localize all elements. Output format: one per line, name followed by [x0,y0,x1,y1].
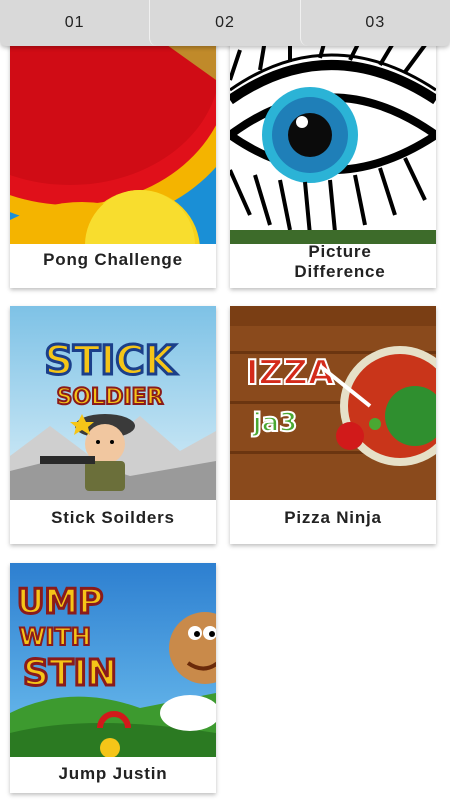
soldier-icon: STICK SOLDIER [10,306,216,500]
game-card-pizza-ninja[interactable]: IZZA ja3 Pizza Ninja [230,306,436,544]
game-card-pong-challenge[interactable]: Pong Challenge [10,40,216,288]
art-subtitle-2: STIN [23,653,117,694]
game-title: Pizza Ninja [284,508,382,527]
games-grid: Pong Challenge Picture Difference STICK … [0,0,450,800]
tab-bar: 01 02 03 [0,0,450,46]
art-title: UMP [17,582,103,622]
game-card-jump-justin[interactable]: UMP WITH STIN Jump Justin [10,563,216,793]
eye-icon [230,40,436,244]
jump-justin-icon: UMP WITH STIN [10,563,216,757]
game-title: Stick Soilders [51,508,175,527]
tab-02[interactable]: 02 [149,0,299,46]
art-subtitle: SOLDIER [57,385,164,410]
pizza-ninja-icon: IZZA ja3 [230,306,436,500]
art-title: STICK [44,338,177,384]
art-title: IZZA [246,353,335,393]
art-subtitle: WITH [19,623,91,651]
art-subtitle: ja3 [252,408,298,438]
ping-pong-paddle-icon [10,40,216,244]
game-title: Pong Challenge [43,250,183,269]
game-title: Jump Justin [58,764,168,783]
game-card-picture-difference[interactable]: Picture Difference [230,40,436,288]
tab-01[interactable]: 01 [0,0,149,46]
tab-03[interactable]: 03 [299,0,450,46]
game-title: Picture Difference [294,242,386,281]
game-card-stick-soilders[interactable]: STICK SOLDIER Stick Soilders [10,306,216,544]
